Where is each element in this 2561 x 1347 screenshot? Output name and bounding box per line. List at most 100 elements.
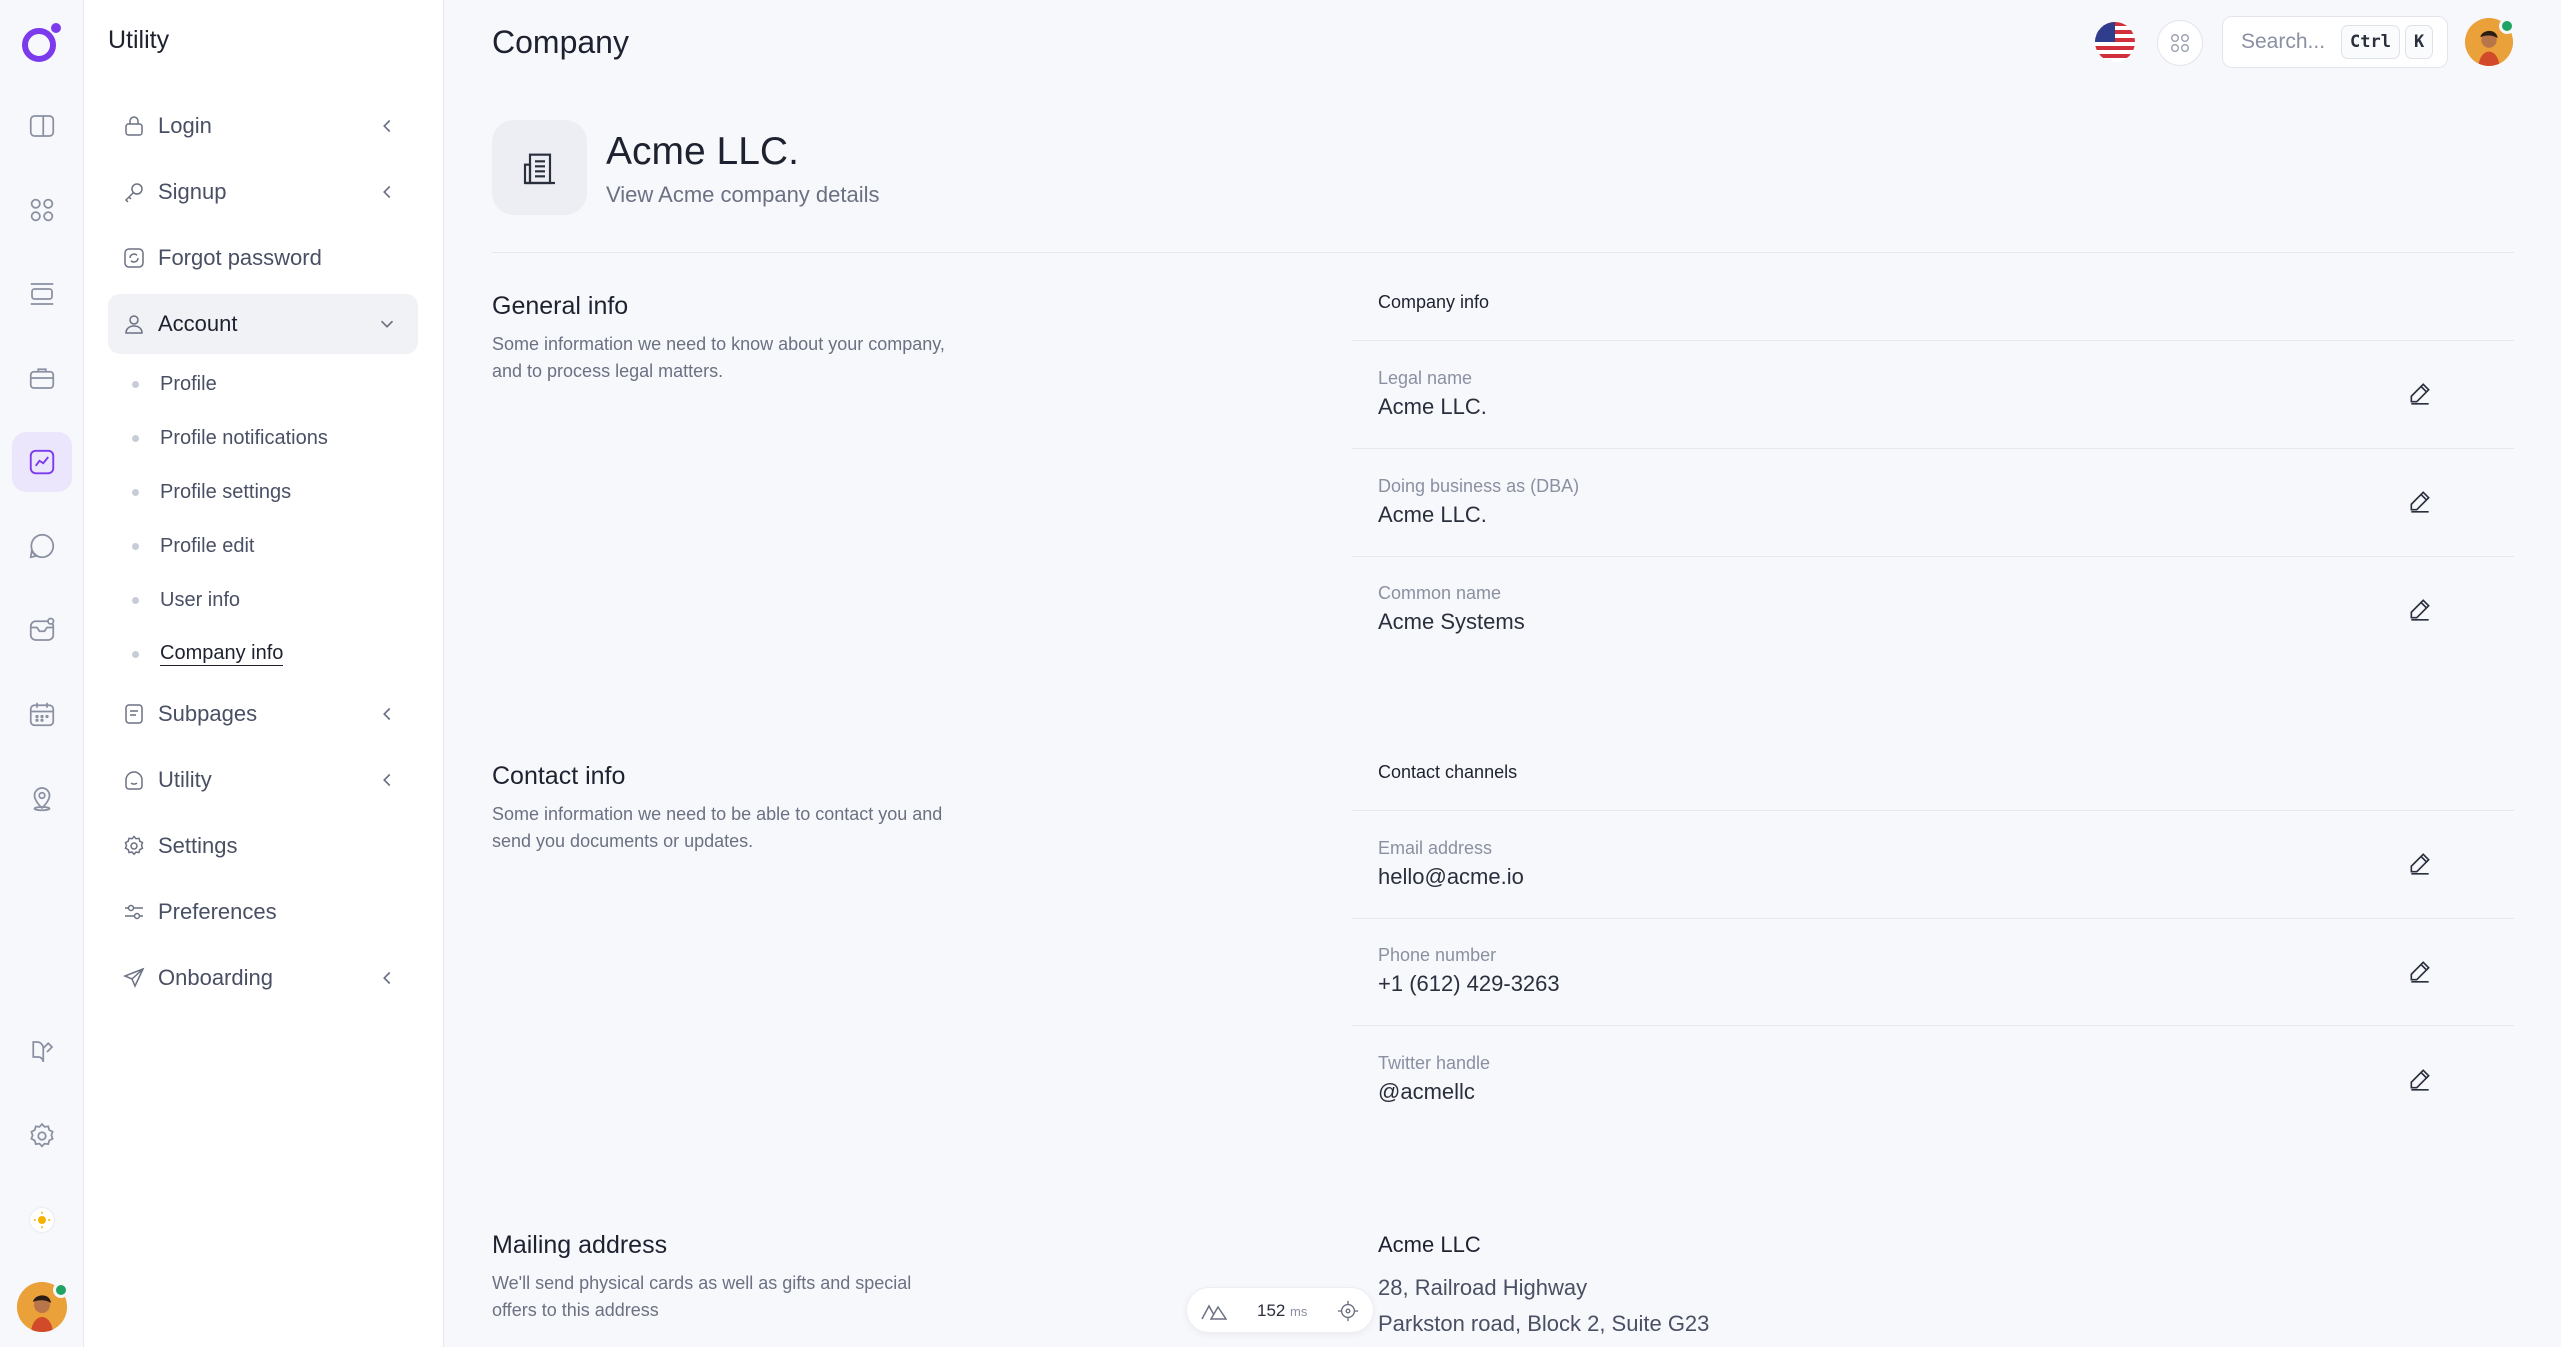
send-icon <box>122 966 146 990</box>
rail-inbox-button[interactable] <box>12 600 72 660</box>
sidebar-item-forgot-password[interactable]: Forgot password <box>108 228 418 288</box>
legal-name-value: Acme LLC. <box>1378 394 1487 419</box>
sidebar-item-label: Signup <box>158 179 227 204</box>
row-divider <box>1352 340 2514 341</box>
edit-dba-icon[interactable] <box>2407 488 2433 514</box>
sidebar-subitem-profile[interactable]: Profile <box>132 367 217 401</box>
sidebar-item-label: Subpages <box>158 701 258 726</box>
sidebar-subitem-label: Company info <box>160 642 284 666</box>
sidebar-subitem-label: Profile settings <box>160 480 292 503</box>
search-input[interactable]: Search... Ctrl K <box>2222 16 2448 68</box>
email-value: hello@acme.io <box>1378 864 1524 889</box>
sidebar-item-label: Utility <box>158 767 212 792</box>
rail-settings-button[interactable] <box>12 1106 72 1166</box>
edit-legal-name-icon[interactable] <box>2407 380 2433 406</box>
grid-icon <box>30 198 54 222</box>
row-divider <box>1352 448 2514 449</box>
edit-twitter-icon[interactable] <box>2407 1066 2433 1092</box>
sidebar-subitem-profile-edit[interactable]: Profile edit <box>132 529 255 563</box>
grid-icon <box>2171 34 2189 52</box>
mailing-address-line1: 28, Railroad Highway <box>1378 1275 1588 1300</box>
bullet-dot <box>132 542 139 550</box>
page-title: Company <box>492 24 629 60</box>
calendar-icon <box>29 702 55 727</box>
company-name: Acme LLC. <box>606 130 799 173</box>
chevron-down-icon <box>380 320 394 328</box>
row-divider <box>1352 1025 2514 1026</box>
sidebar-subitem-profile-notifications[interactable]: Profile notifications <box>132 421 328 455</box>
edit-phone-icon[interactable] <box>2407 958 2433 984</box>
rail-map-button[interactable] <box>12 768 72 828</box>
brand-logo-icon[interactable] <box>20 20 64 64</box>
rail-apps-button[interactable] <box>12 180 72 240</box>
language-flag-button[interactable] <box>2095 22 2135 62</box>
bullet-dot <box>132 434 139 442</box>
sidebar-item-label: Login <box>158 113 212 138</box>
general-info-description: Some information we need to know about y… <box>492 334 945 381</box>
company-info-card-title: Company info <box>1378 292 1490 312</box>
sidebar-subitem-label: User info <box>160 588 241 611</box>
gear-icon <box>122 834 146 858</box>
company-subtitle: View Acme company details <box>606 182 880 207</box>
sidebar-subitem-profile-settings[interactable]: Profile settings <box>132 475 291 509</box>
smile-icon <box>122 768 146 792</box>
apps-menu-button[interactable] <box>2157 20 2203 66</box>
sidebar-item-label: Onboarding <box>158 965 273 990</box>
chevron-left-icon <box>383 971 391 985</box>
sun-icon <box>28 1206 56 1234</box>
dba-label: Doing business as (DBA) <box>1378 476 1580 496</box>
twitter-label: Twitter handle <box>1378 1053 1491 1073</box>
sidebar-item-settings[interactable]: Settings <box>108 816 418 876</box>
company-logo <box>492 120 587 215</box>
sidebar-item-account[interactable]: Account <box>108 294 418 354</box>
sidebar-subitem-user-info[interactable]: User info <box>132 583 240 617</box>
refresh-square-icon <box>122 246 146 270</box>
crosshair-icon[interactable] <box>1337 1300 1359 1322</box>
chart-icon <box>29 449 55 475</box>
rail-list-button[interactable] <box>12 264 72 324</box>
phone-value: +1 (612) 429-3263 <box>1378 971 1560 996</box>
common-name-value: Acme Systems <box>1378 609 1525 634</box>
edit-email-icon[interactable] <box>2407 850 2433 876</box>
sidebar-subitem-label: Profile <box>160 372 217 395</box>
bullet-dot <box>132 650 139 658</box>
row-divider <box>1352 810 2514 811</box>
sidebar-item-preferences[interactable]: Preferences <box>108 882 418 942</box>
sidebar-subitem-label: Profile notifications <box>160 426 328 449</box>
rail-theme-button[interactable] <box>12 1190 72 1250</box>
icon-rail <box>0 0 84 1347</box>
twitter-value: @acmellc <box>1378 1079 1475 1104</box>
contact-channels-card-title: Contact channels <box>1378 762 1518 782</box>
sidebar-title: Utility <box>108 26 170 54</box>
render-time-unit: ms <box>1290 1304 1308 1319</box>
sidebar-item-subpages[interactable]: Subpages <box>108 684 418 744</box>
sidebar-layout-icon <box>29 115 55 137</box>
phone-label: Phone number <box>1378 945 1497 965</box>
dba-value: Acme LLC. <box>1378 502 1487 527</box>
rail-layout-button[interactable] <box>12 96 72 156</box>
key-icon <box>122 180 146 204</box>
chevron-left-icon <box>383 773 391 787</box>
sidebar-subitem-company-info[interactable]: Company info <box>132 637 284 671</box>
legal-name-label: Legal name <box>1378 368 1473 388</box>
nuxt-logo-icon <box>1201 1304 1227 1320</box>
rail-docs-button[interactable] <box>12 1022 72 1082</box>
rail-analytics-button[interactable] <box>12 432 72 492</box>
building-icon <box>523 153 555 184</box>
rail-chat-button[interactable] <box>12 516 72 576</box>
common-name-label: Common name <box>1378 583 1502 603</box>
edit-common-name-icon[interactable] <box>2407 596 2433 622</box>
sidebar-item-onboarding[interactable]: Onboarding <box>108 948 418 1008</box>
performance-widget[interactable]: 152 ms <box>1186 1287 1374 1333</box>
general-info-title: General info <box>492 292 629 320</box>
sidebar-item-login[interactable]: Login <box>108 96 418 156</box>
rail-briefcase-button[interactable] <box>12 348 72 408</box>
rail-calendar-button[interactable] <box>12 684 72 744</box>
sidebar-item-signup[interactable]: Signup <box>108 162 418 222</box>
sidebar-item-utility[interactable]: Utility <box>108 750 418 810</box>
bullet-dot <box>132 488 139 496</box>
inbox-icon <box>29 617 55 641</box>
contact-info-description: Some information we need to be able to c… <box>492 804 943 851</box>
bullet-dot <box>132 380 139 388</box>
chevron-left-icon <box>383 119 391 133</box>
